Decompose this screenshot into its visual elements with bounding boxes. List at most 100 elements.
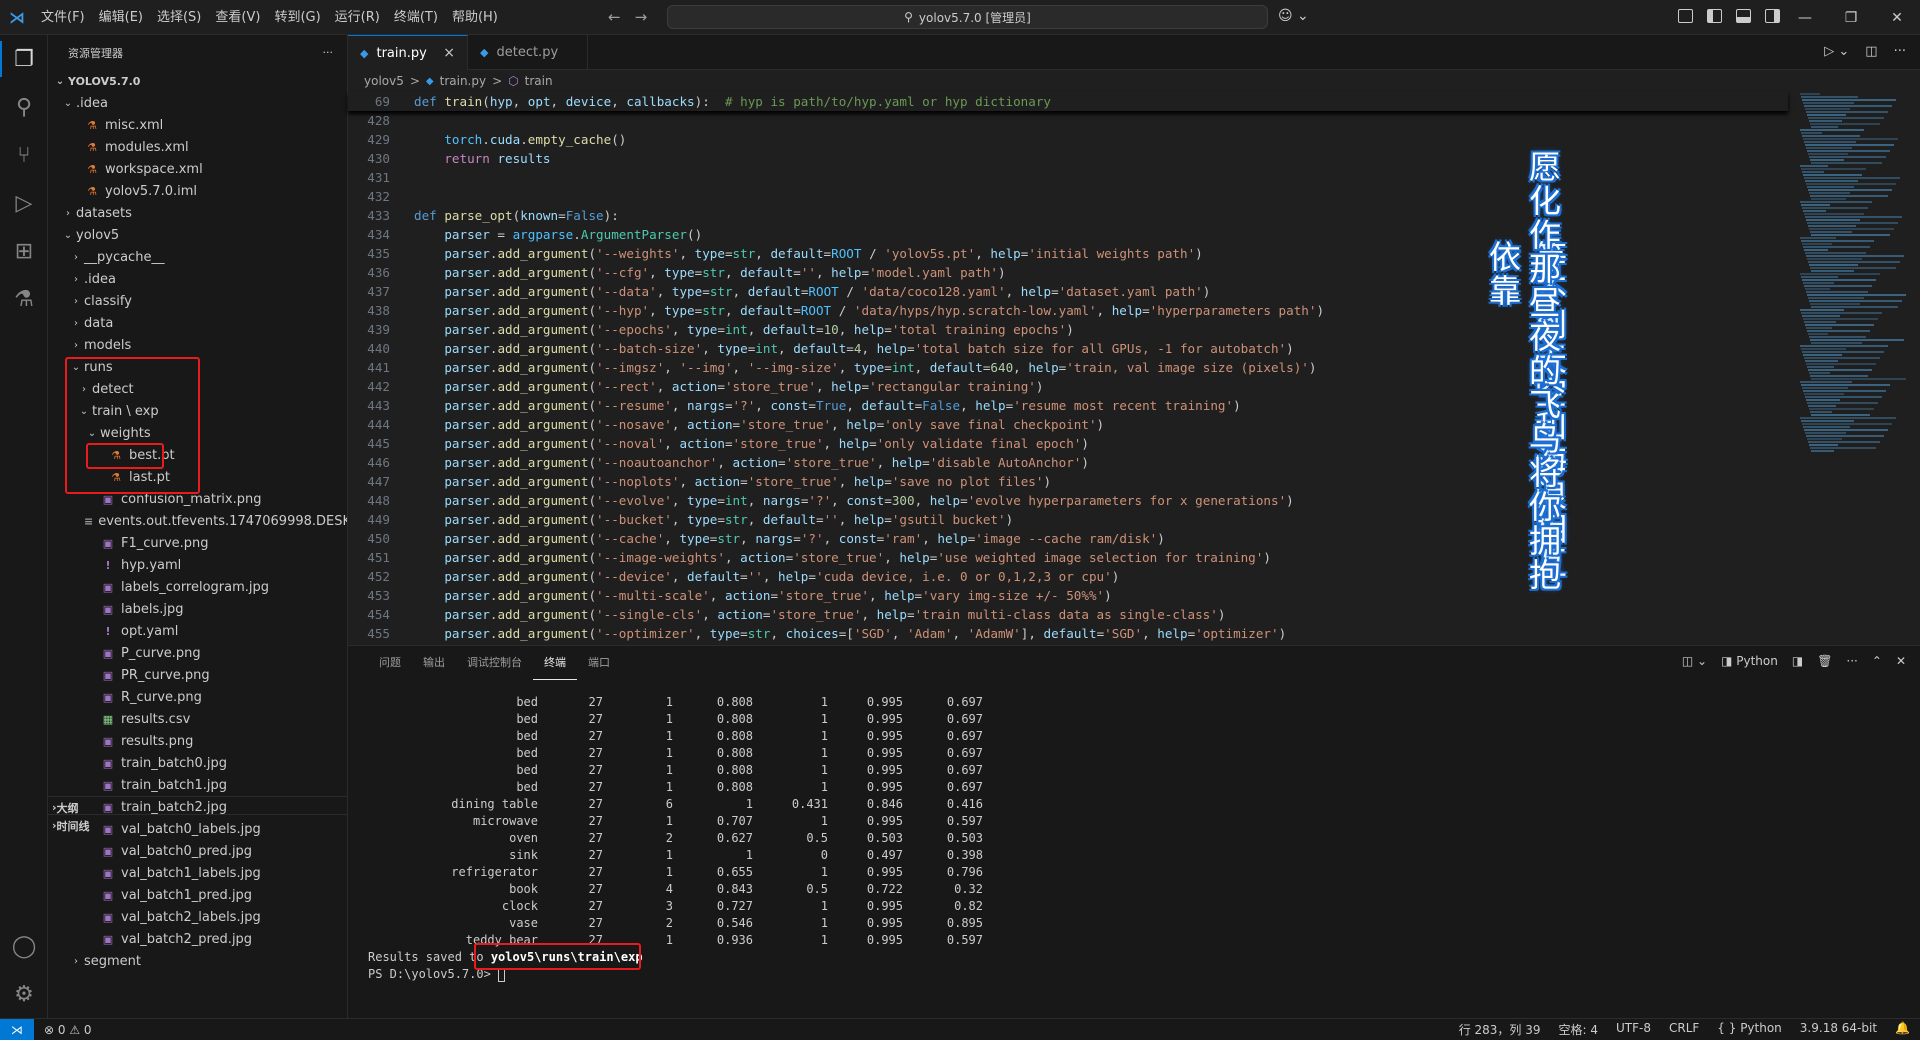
menu-item[interactable]: 运行(R) [328,0,387,35]
tree-item[interactable]: ⌄ train \ exp [48,400,347,422]
tree-item[interactable]: › classify [48,290,347,312]
tree-item[interactable]: ▣ labels_correlogram.jpg [48,576,347,598]
close-tab-icon[interactable]: × [443,45,455,61]
indentation[interactable]: 空格: 4 [1559,1021,1599,1038]
tree-item[interactable]: ≡ events.out.tfevents.1747069998.DESKTO..… [48,510,347,532]
tree-item[interactable]: ▦ results.csv [48,708,347,730]
encoding[interactable]: UTF-8 [1616,1021,1651,1038]
tree-item[interactable]: ▣ val_batch1_labels.jpg [48,862,347,884]
account-icon[interactable]: ◯ [0,922,48,970]
tree-item[interactable]: ⌄ runs [48,356,347,378]
tree-item[interactable]: ▣ PR_curve.png [48,664,347,686]
tree-item[interactable]: ▣ P_curve.png [48,642,347,664]
maximize-panel-icon[interactable]: ⌃ [1872,654,1882,668]
end-of-line[interactable]: CRLF [1669,1021,1699,1038]
breadcrumb-item[interactable]: yolov5 [364,74,404,88]
toggle-panel-icon[interactable] [1736,9,1751,23]
breadcrumb-item[interactable]: train.py [440,74,486,88]
tree-item[interactable]: ▣ confusion_matrix.png [48,488,347,510]
problems-status[interactable]: ⊗ 0 ⚠ 0 [34,1023,92,1037]
tree-item[interactable]: ⌄ weights [48,422,347,444]
panel-tab[interactable]: 问题 [368,646,412,680]
tree-item[interactable]: ⚗ workspace.xml [48,158,347,180]
split-terminal-icon[interactable]: ◫ ⌄ [1682,654,1707,668]
search-icon[interactable]: ⚲ [0,83,48,131]
menu-item[interactable]: 转到(G) [267,0,327,35]
tree-item[interactable]: › data [48,312,347,334]
customize-layout-icon[interactable] [1678,9,1693,23]
tree-item[interactable]: ⚗ yolov5.7.0.iml [48,180,347,202]
minimize-icon[interactable]: — [1782,0,1828,35]
tree-item[interactable]: › __pycache__ [48,246,347,268]
tree-item[interactable]: › segment [48,950,347,972]
code-editor[interactable]: 428 429 torch.cuda.empty_cache() 430 retur… [348,111,1788,645]
toggle-primary-sidebar-icon[interactable] [1707,9,1722,23]
run-file-icon[interactable]: ▷ ⌄ [1824,44,1849,59]
panel-tab[interactable]: 端口 [577,646,621,680]
tree-item[interactable]: › .idea [48,268,347,290]
notifications-bell-icon[interactable]: 🔔 [1895,1021,1910,1038]
tree-item[interactable]: ▣ val_batch0_pred.jpg [48,840,347,862]
panel-tab[interactable]: 终端 [533,646,577,680]
menu-item[interactable]: 查看(V) [208,0,267,35]
tree-item[interactable]: ! hyp.yaml [48,554,347,576]
panel-tab[interactable]: 调试控制台 [456,646,533,680]
run-debug-icon[interactable]: ▷ [0,179,48,227]
tree-item[interactable]: ▣ train_batch0.jpg [48,752,347,774]
terminal-prompt[interactable]: PS D:\yolov5.7.0> [368,966,983,983]
menu-item[interactable]: 选择(S) [150,0,208,35]
tree-item[interactable]: ⚗ best.pt [48,444,347,466]
tree-item[interactable]: ▣ val_batch1_pred.jpg [48,884,347,906]
terminal-shell-item[interactable]: ◨ Python [1721,654,1778,668]
tree-item[interactable]: ▣ F1_curve.png [48,532,347,554]
menu-item[interactable]: 文件(F) [34,0,92,35]
back-arrow-icon[interactable]: ← [608,8,621,26]
tree-item[interactable]: ! opt.yaml [48,620,347,642]
tree-item[interactable]: ▣ results.png [48,730,347,752]
sticky-scroll-line[interactable]: 69 def train(hyp, opt, device, callbacks… [348,92,1788,111]
tree-item[interactable]: › datasets [48,202,347,224]
more-actions-icon[interactable]: ··· [1846,654,1857,668]
menu-item[interactable]: 终端(T) [387,0,445,35]
tree-item[interactable]: ▣ R_curve.png [48,686,347,708]
remote-icon[interactable]: ⋊ [0,1018,34,1040]
panel-tab[interactable]: 输出 [412,646,456,680]
minimap[interactable] [1800,92,1906,645]
tree-item[interactable]: ⌄ yolov5 [48,224,347,246]
python-interpreter[interactable]: 3.9.18 64-bit [1800,1021,1877,1038]
tree-item[interactable]: ▣ train_batch1.jpg [48,774,347,796]
testing-icon[interactable]: ⚗ [0,275,48,323]
split-editor-icon[interactable]: ◫ [1865,44,1877,59]
menu-item[interactable]: 帮助(H) [445,0,505,35]
tab-train-py[interactable]: ◆ train.py × [348,35,468,70]
tree-item[interactable]: ▣ val_batch2_pred.jpg [48,928,347,950]
toggle-secondary-sidebar-icon[interactable] [1765,9,1780,23]
copilot-icon[interactable]: ☺ ⌄ [1278,8,1309,24]
terminal-output[interactable]: bed 27 1 0.808 1 0.995 0.697 bed 27 1 0.808 1 0.995 0… [368,694,983,983]
kill-terminal-icon[interactable]: 🗑 [1817,654,1832,668]
tree-item[interactable]: ⌄ .idea [48,92,347,114]
tree-item[interactable]: ▣ labels.jpg [48,598,347,620]
source-control-icon[interactable]: ⑂ [0,131,48,179]
more-actions-icon[interactable]: ··· [1894,44,1906,59]
language-mode[interactable]: { } Python [1717,1021,1782,1038]
explorer-icon[interactable]: ❐ [0,35,48,83]
trash-icon[interactable]: ◨ [1792,654,1803,668]
workspace-root[interactable]: ⌄ YOLOV5.7.0 [48,70,347,92]
menu-item[interactable]: 编辑(E) [92,0,150,35]
tree-item[interactable]: ⚗ modules.xml [48,136,347,158]
close-window-icon[interactable]: ✕ [1874,0,1920,35]
forward-arrow-icon[interactable]: → [635,8,648,26]
tab-detect-py[interactable]: ◆ detect.py [468,35,588,70]
timeline-section[interactable]: › 时间线 [48,814,348,836]
restore-icon[interactable]: ❐ [1828,0,1874,35]
command-center[interactable]: ⚲ yolov5.7.0 [管理员] [667,5,1268,29]
settings-gear-icon[interactable]: ⚙ [0,970,48,1018]
breadcrumb-item[interactable]: train [525,74,553,88]
tree-item[interactable]: › detect [48,378,347,400]
more-actions-icon[interactable]: ··· [323,46,334,59]
close-panel-icon[interactable]: ✕ [1896,654,1906,668]
cursor-position[interactable]: 行 283，列 39 [1459,1021,1541,1038]
tree-item[interactable]: › models [48,334,347,356]
tree-item[interactable]: ⚗ last.pt [48,466,347,488]
